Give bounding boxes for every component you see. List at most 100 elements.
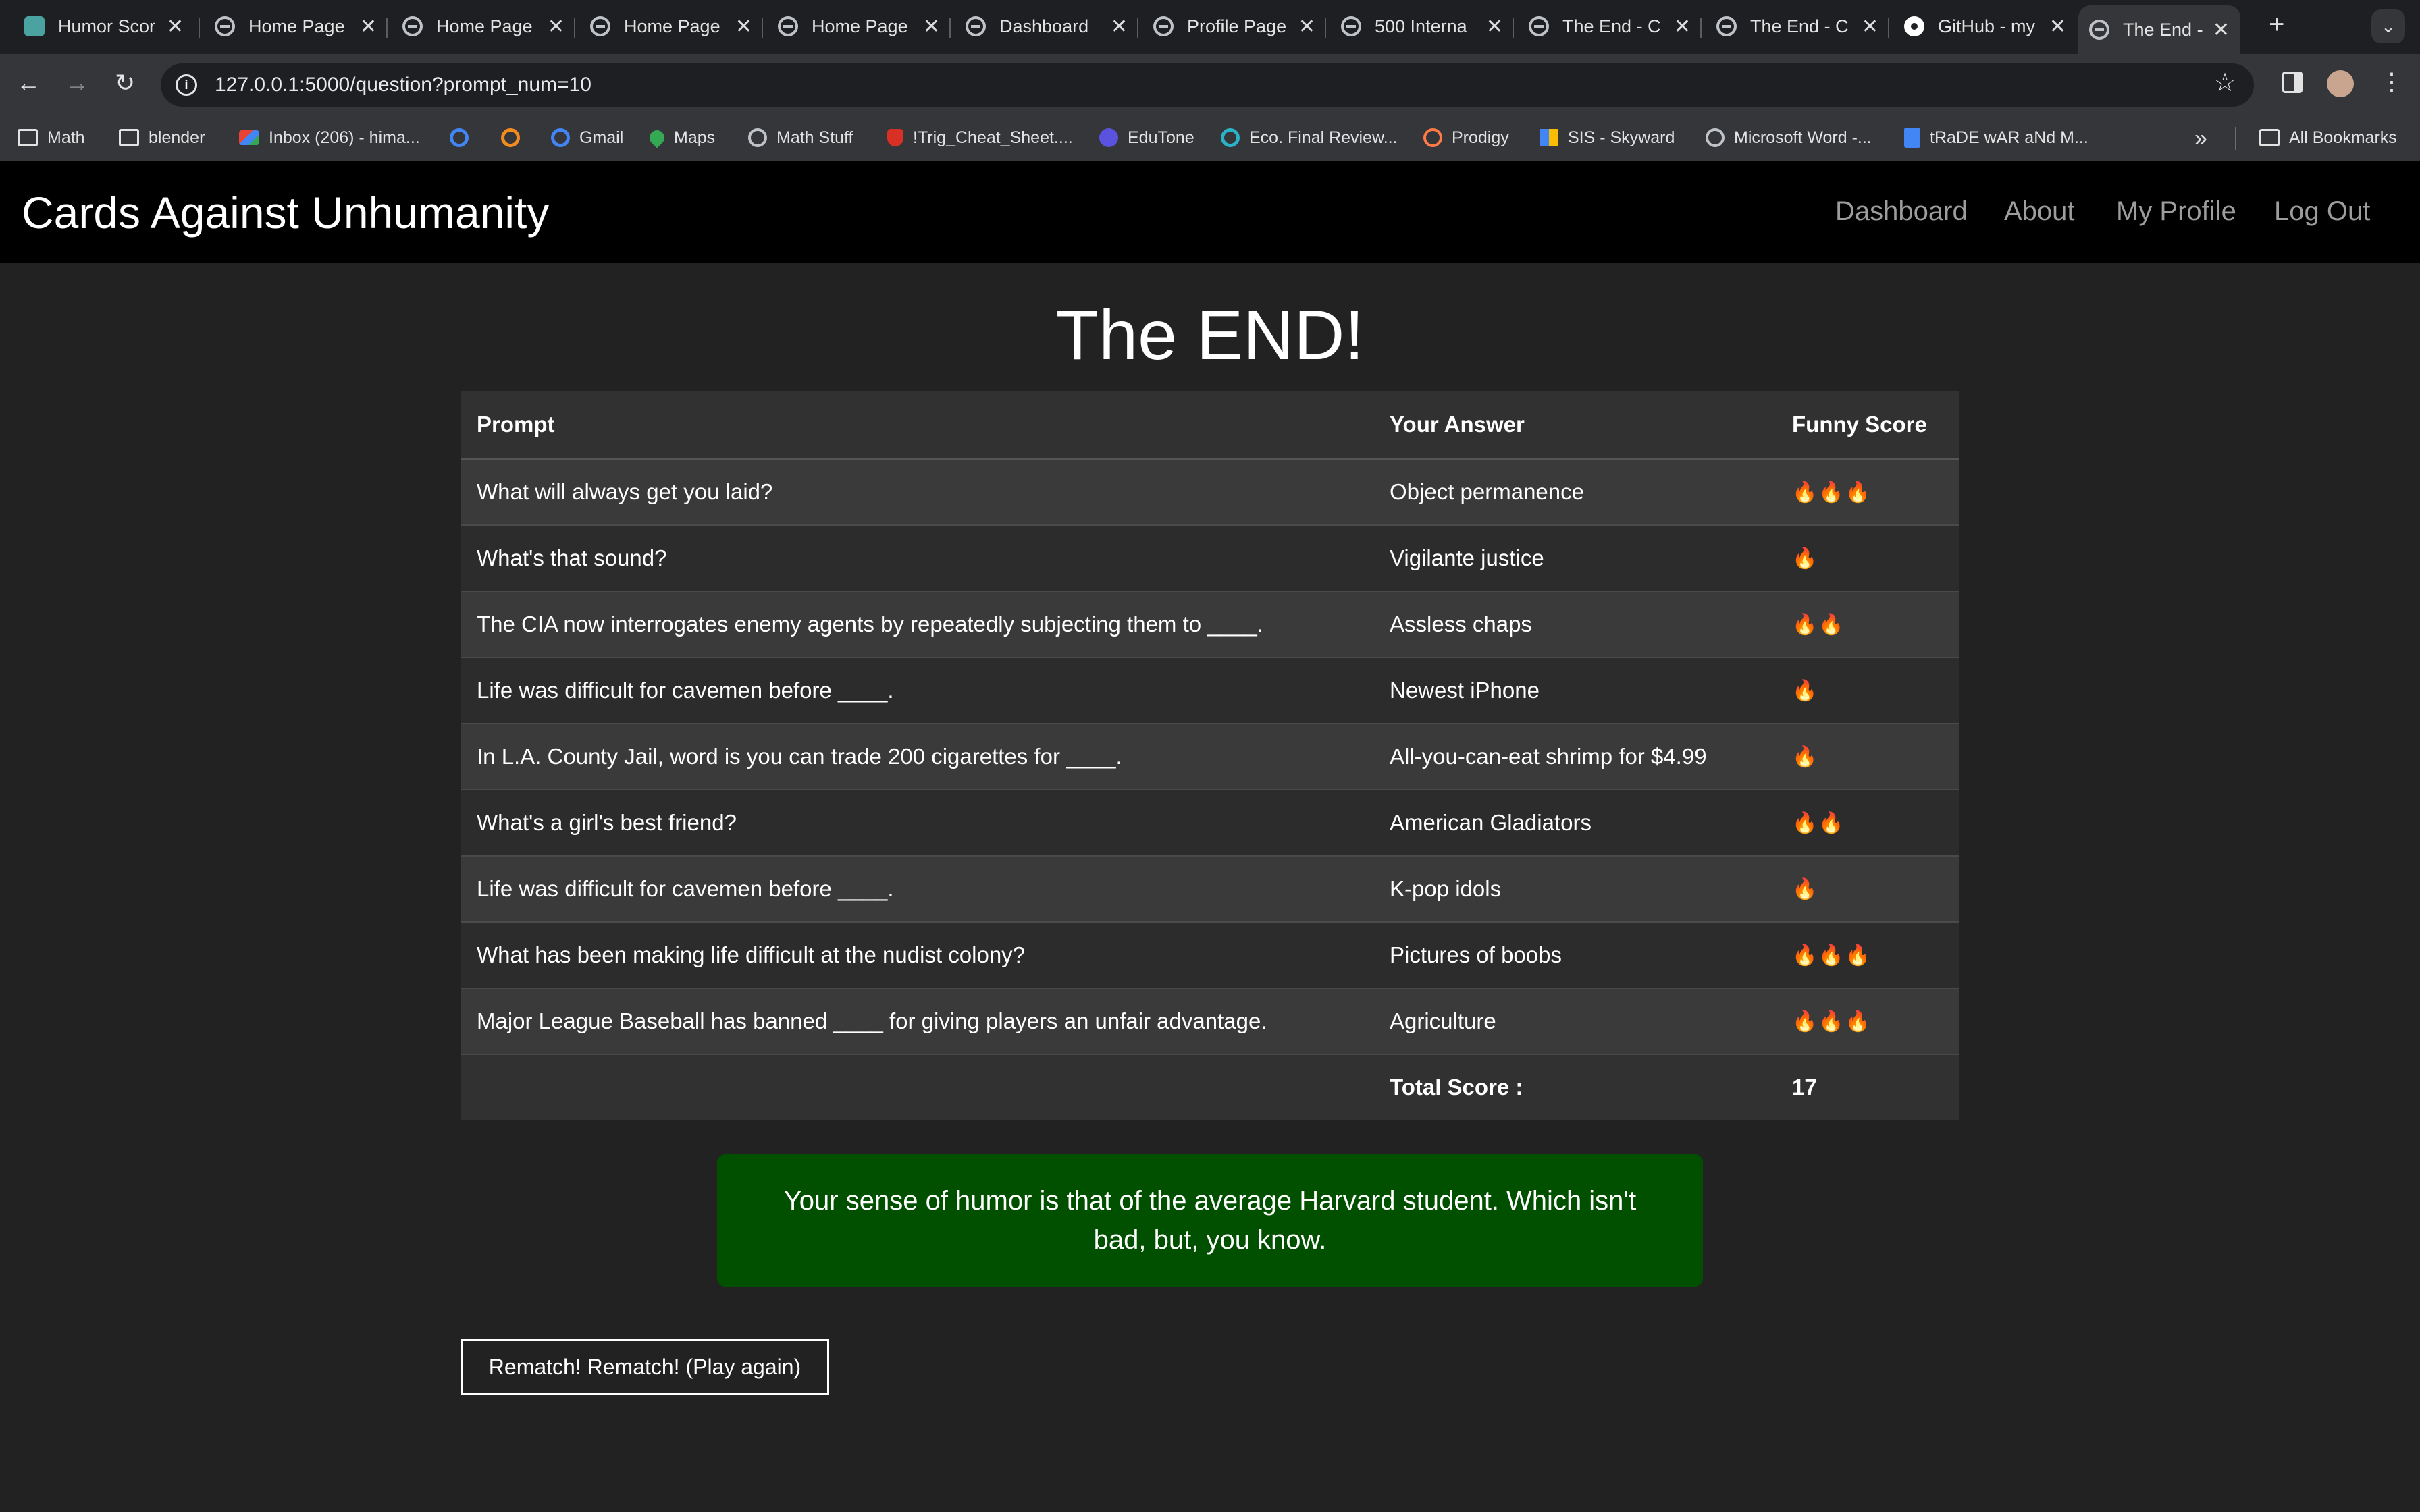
site-info-icon[interactable]: i <box>176 74 197 96</box>
all-bookmarks[interactable]: All Bookmarks <box>2259 124 2397 151</box>
browser-tab[interactable]: Home Page ✕ <box>215 7 377 46</box>
globe-icon <box>215 16 235 36</box>
new-tab-icon[interactable]: + <box>2269 9 2284 40</box>
nav-link-log-out[interactable]: Log Out <box>2274 196 2370 227</box>
bookmark-item[interactable]: Inbox (206) - hima... <box>239 124 420 151</box>
bookmark-label: Inbox (206) - hima... <box>269 128 420 147</box>
tab-label: Humor Scor <box>58 16 156 36</box>
browser-tab-strip: Humor Scor ✕ Home Page ✕ Home Page ✕ Hom… <box>0 0 2420 54</box>
answer-cell: American Gladiators <box>1373 789 1776 856</box>
fire-score-icons: 🔥🔥 <box>1776 789 1959 856</box>
browser-tab[interactable]: The End - C ✕ <box>1716 7 1878 46</box>
c-logo-icon <box>1221 128 1240 147</box>
browser-tab[interactable]: The End - C ✕ <box>1529 7 1691 46</box>
bookmarks-bar: Math blender Inbox (206) - hima... Gmail… <box>0 116 2420 161</box>
profile-avatar[interactable] <box>2327 70 2354 97</box>
close-icon[interactable]: ✕ <box>167 15 184 38</box>
folder-icon <box>18 129 38 146</box>
bookmark-star-icon[interactable]: ☆ <box>2213 68 2236 98</box>
reload-icon[interactable]: ↻ <box>115 69 135 97</box>
table-row: In L.A. County Jail, word is you can tra… <box>461 723 1959 790</box>
side-panel-icon[interactable] <box>2282 72 2303 93</box>
table-row: Major League Baseball has banned ____ fo… <box>461 988 1959 1054</box>
bookmark-item[interactable] <box>450 124 478 151</box>
rematch-button[interactable]: Rematch! Rematch! (Play again) <box>461 1339 829 1395</box>
verdict-text: Your sense of humor is that of the avera… <box>783 1186 1637 1255</box>
tab-separator <box>762 18 763 38</box>
close-icon[interactable]: ✕ <box>735 15 752 38</box>
close-icon[interactable]: ✕ <box>1111 15 1128 38</box>
globe-icon <box>966 16 986 36</box>
bookmark-item[interactable]: !Trig_Cheat_Sheet.... <box>887 124 1073 151</box>
close-icon[interactable]: ✕ <box>923 15 940 38</box>
browser-tab[interactable]: Home Page ✕ <box>778 7 940 46</box>
tab-separator <box>1512 18 1514 38</box>
browser-tab[interactable]: Home Page ✕ <box>590 7 752 46</box>
browser-tab[interactable]: Dashboard ✕ <box>966 7 1128 46</box>
close-icon[interactable]: ✕ <box>1674 15 1691 38</box>
chevron-double-right-icon[interactable]: » <box>2194 126 2207 152</box>
back-arrow-icon[interactable]: ← <box>16 69 41 97</box>
bookmark-item[interactable]: Math <box>18 124 85 151</box>
table-row: What's a girl's best friend? American Gl… <box>461 789 1959 856</box>
site-navbar: Cards Against Unhumanity Dashboard About… <box>0 161 2420 263</box>
browser-tab[interactable]: 500 Interna ✕ <box>1341 7 1503 46</box>
browser-menu-icon[interactable]: ⋮ <box>2379 68 2404 96</box>
close-icon[interactable]: ✕ <box>548 15 564 38</box>
fire-score-icons: 🔥 <box>1776 524 1959 591</box>
globe-icon <box>2089 20 2109 40</box>
close-icon[interactable]: ✕ <box>1486 15 1503 38</box>
bookmark-label: Prodigy <box>1452 128 1509 147</box>
prompt-cell: What has been making life difficult at t… <box>461 921 1373 988</box>
browser-tab[interactable]: Profile Page ✕ <box>1153 7 1315 46</box>
answer-cell: All-you-can-eat shrimp for $4.99 <box>1373 723 1776 790</box>
tab-separator <box>1700 18 1702 38</box>
fire-score-icons: 🔥🔥🔥 <box>1776 458 1959 525</box>
close-icon[interactable]: ✕ <box>360 15 377 38</box>
site-brand[interactable]: Cards Against Unhumanity <box>22 187 549 238</box>
tab-label: Home Page <box>436 16 533 36</box>
answer-cell: Pictures of boobs <box>1373 921 1776 988</box>
bookmark-item[interactable]: EduTone <box>1099 124 1194 151</box>
google-icon <box>551 128 570 147</box>
globe-icon <box>1716 16 1737 36</box>
nav-link-my-profile[interactable]: My Profile <box>2116 196 2236 227</box>
tab-separator <box>1137 18 1138 38</box>
bookmark-label: !Trig_Cheat_Sheet.... <box>913 128 1073 147</box>
close-icon[interactable]: ✕ <box>2213 18 2230 42</box>
bookmark-separator <box>2235 127 2236 150</box>
forward-arrow-icon[interactable]: → <box>65 69 89 97</box>
tab-separator <box>949 18 951 38</box>
bookmark-item[interactable]: SIS - Skyward <box>1540 124 1675 151</box>
nav-link-about[interactable]: About <box>2004 196 2075 227</box>
nav-link-dashboard[interactable]: Dashboard <box>1835 196 1968 227</box>
fire-score-icons: 🔥🔥🔥 <box>1776 921 1959 988</box>
prompt-cell: Life was difficult for cavemen before __… <box>461 855 1373 922</box>
bookmark-item[interactable]: Maps <box>646 124 715 151</box>
bookmark-item[interactable]: Prodigy <box>1423 124 1509 151</box>
gmail-icon <box>239 130 259 145</box>
bookmark-item[interactable]: blender <box>119 124 205 151</box>
browser-tab-active[interactable]: The End - C ✕ <box>2078 5 2240 54</box>
bookmark-label: blender <box>149 128 205 147</box>
google-icon <box>450 128 469 147</box>
address-bar[interactable]: i 127.0.0.1:5000/question?prompt_num=10 <box>161 63 2254 107</box>
bookmark-item[interactable]: Gmail <box>551 124 623 151</box>
total-row: Total Score : 17 <box>461 1054 1959 1120</box>
browser-tab[interactable]: Home Page ✕ <box>402 7 564 46</box>
bookmark-label: Math <box>47 128 85 147</box>
bookmark-item[interactable]: Eco. Final Review... <box>1221 124 1398 151</box>
close-icon[interactable]: ✕ <box>1298 15 1315 38</box>
bookmark-item[interactable]: tRaDE wAR aNd M... <box>1904 124 2088 151</box>
humor-verdict-alert: Your sense of humor is that of the avera… <box>717 1154 1703 1287</box>
browser-tab[interactable]: Humor Scor ✕ <box>24 7 184 46</box>
tab-search-icon[interactable]: ⌄ <box>2371 9 2405 43</box>
browser-tab[interactable]: GitHub - my ✕ <box>1904 7 2066 46</box>
bookmark-item[interactable]: Math Stuff <box>748 124 853 151</box>
tab-label: The End - C <box>1562 16 1661 36</box>
fire-score-icons: 🔥🔥🔥 <box>1776 988 1959 1054</box>
bookmark-item[interactable] <box>501 124 529 151</box>
close-icon[interactable]: ✕ <box>1862 15 1878 38</box>
close-icon[interactable]: ✕ <box>2049 15 2066 38</box>
bookmark-item[interactable]: Microsoft Word -... <box>1706 124 1872 151</box>
